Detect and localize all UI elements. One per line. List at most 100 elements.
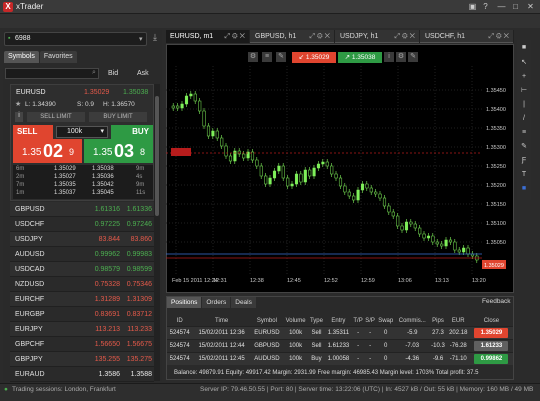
chart-settings-icon[interactable]: ⚙ [248, 52, 258, 62]
symbol-search-input[interactable]: ⌕ [5, 68, 99, 79]
position-row[interactable]: 524574 15/02/2011 12:44 GBPUSD 100k Sell 1.61… [167, 338, 513, 352]
symbol-row[interactable]: EURAUD 1.3586 1.3588 [10, 367, 154, 382]
close-position-button[interactable]: 1.35029 [474, 327, 509, 338]
symbol-name: AUDUSD [15, 251, 45, 258]
candle [426, 235, 431, 239]
symbol-row[interactable]: EURJPY 113.213 113.233 [10, 322, 154, 337]
chart-draw-icon[interactable]: ✎ [408, 52, 418, 62]
candle [211, 130, 215, 137]
position-row[interactable]: 524574 15/02/2011 12:36 EURUSD 100k Sell 1.35… [167, 325, 513, 339]
help-icon[interactable]: ? [480, 2, 491, 12]
symbol-row[interactable]: EURCHF 1.31289 1.31309 [10, 292, 154, 307]
column-header[interactable]: T/P [352, 316, 364, 326]
buy-price-tile[interactable]: 1.35 03 8 [84, 139, 153, 163]
chart-gear-icon[interactable]: ⚙ [396, 52, 406, 62]
candle [453, 241, 457, 251]
candle [259, 165, 263, 177]
position-row[interactable]: 524574 15/02/2011 12:45 AUDUSD 100k Buy 1.000… [167, 351, 513, 365]
close-button[interactable]: ✕ [525, 2, 536, 12]
chart-sell-button[interactable]: ↙ 1.35029 [292, 52, 336, 63]
symbol-row[interactable]: USDCAD 0.98579 0.98599 [10, 262, 154, 277]
tick-cell: 1.35037 [54, 190, 76, 196]
symbol-row[interactable]: NZDUSD 0.75328 0.75346 [10, 277, 154, 292]
cursor-icon[interactable]: ↖ [519, 58, 529, 68]
column-header[interactable]: Swap [376, 316, 395, 326]
hline-icon[interactable]: ⊢ [519, 86, 529, 96]
channel-icon[interactable]: ≡ [519, 128, 529, 138]
tab-chart-eurusd[interactable]: EURUSD, m1 ⤢ ⚙ ✕ [166, 30, 250, 43]
column-header[interactable]: Time [192, 316, 251, 326]
price-chart[interactable]: 1.35450 1.35400 1.35350 1.35300 1.35250 1.352… [166, 66, 514, 278]
info-icon[interactable]: i [15, 112, 23, 122]
price-axis-label: 1.35050 [486, 240, 506, 246]
close-position-button[interactable]: 1.61233 [474, 340, 509, 351]
maximize-button[interactable]: □ [510, 2, 521, 12]
crosshair-icon[interactable]: + [519, 72, 529, 82]
candle [198, 100, 202, 112]
symbol-row[interactable]: USDJPY 83.844 83.860 [10, 232, 154, 247]
buy-price-frac: 8 [140, 147, 146, 157]
sell-limit-button[interactable]: SELL LIMIT [27, 112, 85, 122]
line-icon[interactable]: / [519, 114, 529, 124]
chart-info-icon[interactable]: i [384, 52, 394, 62]
color-icon[interactable]: ■ [519, 184, 529, 194]
candle [347, 191, 351, 197]
symbol-row[interactable]: EURGBP 0.83691 0.83712 [10, 307, 154, 322]
column-header[interactable]: S/P [364, 316, 376, 326]
account-selector[interactable]: ▪ 6988 ▾ [4, 32, 147, 46]
symbol-row[interactable]: GBPCHF 1.56650 1.56675 [10, 337, 154, 352]
buy-limit-button[interactable]: BUY LIMIT [89, 112, 147, 122]
tab-chart-gbpusd[interactable]: GBPUSD, h1 ⤢ ⚙ ✕ [251, 30, 335, 43]
candle [391, 211, 395, 217]
position-cell: - [352, 338, 364, 352]
column-header[interactable]: Type [308, 316, 324, 326]
position-cell: 1.61233 [324, 338, 353, 352]
vline-icon[interactable]: | [519, 100, 529, 110]
column-header[interactable]: Symbol [251, 316, 283, 326]
close-position-button[interactable]: 0.99862 [474, 353, 509, 364]
symbol-row[interactable]: USDCHF 0.97225 0.97246 [10, 217, 154, 232]
symbol-row[interactable]: GBPUSD 1.61316 1.61336 [10, 202, 154, 217]
tab-positions[interactable]: Positions [167, 297, 202, 308]
buy-button[interactable]: BUY [111, 125, 153, 139]
tab-chart-usdchf[interactable]: USDCHF, h1 ⤢ ⚙ ✕ [421, 30, 514, 43]
column-header[interactable]: Pips [429, 316, 446, 326]
column-header[interactable]: Volume [283, 316, 308, 326]
column-header[interactable]: Commis... [395, 316, 429, 326]
download-icon[interactable]: ⤓ [150, 32, 160, 46]
column-header[interactable]: Entry [325, 316, 352, 326]
tab-orders[interactable]: Orders [202, 297, 231, 308]
candle [290, 183, 294, 187]
star-icon[interactable]: ★ [15, 100, 21, 108]
chart-pin-icon[interactable]: ✎ [276, 52, 286, 62]
tab-favorites[interactable]: Favorites [39, 51, 77, 63]
column-header[interactable]: ID [167, 316, 192, 326]
symbol-row[interactable]: AUDUSD 0.99962 0.99983 [10, 247, 154, 262]
minimize-button[interactable]: — [496, 2, 507, 12]
sell-button[interactable]: SELL [13, 125, 53, 139]
tab-deals[interactable]: Deals [231, 297, 256, 308]
candle [299, 173, 303, 183]
quantity-select[interactable]: 100k ▾ [56, 126, 108, 138]
scrollbar-thumb[interactable] [155, 96, 159, 216]
text-icon[interactable]: T [519, 170, 529, 180]
candle [440, 243, 444, 247]
tab-chart-usdjpy[interactable]: USDJPY, h1 ⤢ ⚙ ✕ [336, 30, 420, 43]
symbol-bid: 0.99962 [94, 251, 120, 258]
symbol-row[interactable]: GBPJPY 135.255 135.275 [10, 352, 154, 367]
layout-icon[interactable]: ▣ [467, 2, 478, 12]
candle [277, 165, 281, 172]
fib-icon[interactable]: Ƒ [519, 156, 529, 166]
tab-symbols[interactable]: Symbols [4, 51, 39, 63]
chart-bars-icon[interactable]: ≡ [262, 52, 272, 62]
column-header[interactable]: Close [470, 316, 513, 326]
sell-price-tile[interactable]: 1.35 02 9 [13, 139, 82, 163]
candle [294, 173, 299, 185]
square-icon[interactable]: ■ [519, 43, 529, 53]
candle [422, 233, 426, 239]
shape-icon[interactable]: ✎ [519, 142, 529, 152]
chart-buy-button[interactable]: ↗ 1.35038 [338, 52, 382, 63]
feedback-link[interactable]: Feedback [482, 298, 511, 305]
column-header[interactable]: EUR [447, 316, 470, 326]
card-spread: S: 0.9 [77, 101, 94, 108]
